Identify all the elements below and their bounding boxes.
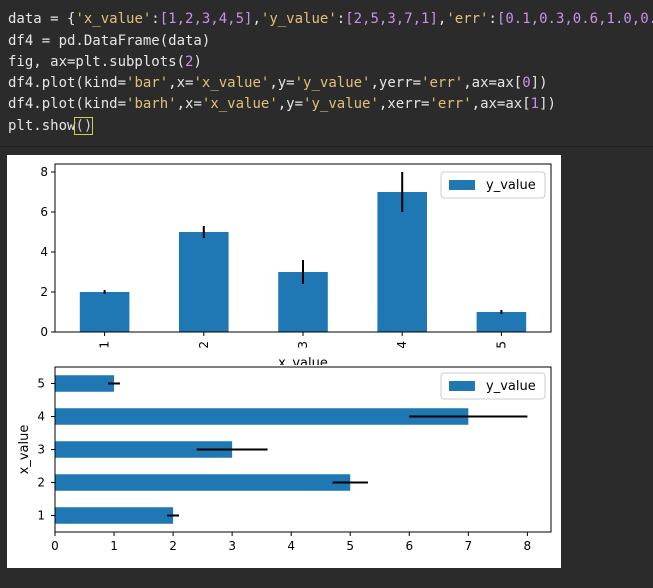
code-token: ,x=	[176, 96, 202, 112]
y-tick-label: 8	[40, 165, 48, 179]
bar	[55, 474, 351, 491]
x-axis-label: x_value	[278, 356, 328, 365]
code-token: [0.1,0.3,0.6,1.0,0.1]	[496, 11, 653, 27]
code-token: 'y_value'	[303, 96, 379, 112]
code-token: ,y=	[277, 96, 304, 112]
code-token: 'x_value'	[75, 11, 152, 27]
bar	[79, 292, 130, 332]
code-token: 'bar'	[126, 75, 169, 91]
code-token: df4.plot(kind=	[8, 96, 127, 112]
code-token: :	[488, 11, 497, 27]
code-token: 'y_value'	[260, 11, 337, 27]
code-token: df4 = pd.DataFrame(data)	[8, 33, 211, 49]
bar	[377, 192, 427, 332]
code-token: 0	[522, 75, 531, 91]
x-tick-label: 5	[494, 341, 508, 349]
code-token: [2,5,3,7,1]	[345, 11, 438, 27]
x-tick-label: 1	[110, 539, 118, 553]
bar	[476, 312, 527, 332]
code-token: plt.show	[8, 118, 76, 134]
code-token: 1	[530, 96, 540, 112]
code-line: df4.plot(kind='barh',x='x_value',y='y_va…	[8, 94, 556, 115]
code-token: [1,2,3,4,5]	[159, 11, 253, 27]
code-token: 'err'	[421, 75, 464, 91]
code-line: plt.show()	[8, 116, 94, 137]
legend-swatch	[449, 180, 475, 190]
code-token: ,xerr=	[378, 96, 430, 112]
code-token: 'barh'	[126, 96, 177, 112]
code-token: 'err'	[429, 96, 472, 112]
bar	[55, 408, 469, 425]
code-line: fig, ax=plt.subplots(2)	[8, 52, 202, 73]
x-tick-label: 6	[405, 539, 413, 553]
y-tick-label: 2	[37, 476, 45, 490]
x-tick-label: 7	[465, 539, 473, 553]
code-token: ])	[539, 96, 556, 112]
x-tick-label: 4	[287, 539, 295, 553]
x-tick-label: 5	[346, 539, 354, 553]
horizontal-bar-chart: 1 2 3 4 5 0 1 2 3 4 5 6 7 8 x_value y_value	[17, 366, 552, 553]
x-tick-label: 0	[51, 539, 59, 553]
code-line: df4.plot(kind='bar',x='x_value',y='y_val…	[8, 73, 548, 94]
x-tick-label: 8	[524, 539, 532, 553]
legend-label: y_value	[486, 178, 536, 193]
x-tick-label: 3	[228, 539, 236, 553]
legend-label: y_value	[486, 379, 536, 394]
x-tick-label: 2	[197, 341, 211, 349]
code-token: ,ax=ax[	[463, 75, 523, 91]
code-token: 'x_value'	[201, 96, 278, 112]
y-tick-label: 0	[40, 325, 48, 339]
code-line: data = {'x_value':[1,2,3,4,5],'y_value':…	[8, 9, 653, 30]
code-token: ])	[530, 75, 548, 91]
code-cell[interactable]: data = {'x_value':[1,2,3,4,5],'y_value':…	[0, 0, 653, 147]
legend-swatch	[449, 381, 475, 391]
y-axis-label: x_value	[17, 425, 32, 475]
y-tick-label: 1	[37, 509, 45, 523]
y-tick-label: 3	[37, 443, 45, 457]
code-token: :	[151, 11, 160, 27]
y-tick-label: 5	[37, 377, 45, 391]
y-tick-label: 4	[40, 245, 48, 259]
code-token: ,ax=ax[	[471, 96, 531, 112]
code-token: data = {	[8, 11, 76, 27]
code-token: :	[336, 11, 346, 27]
code-token: fig, ax=plt.subplots(	[8, 54, 186, 70]
x-tick-label: 3	[296, 341, 310, 349]
vertical-bar-chart: 1 2 3 4 5 0 2 4 6 8 x_value y_value	[40, 163, 552, 365]
code-token: ,x=	[168, 75, 194, 91]
bar	[55, 507, 174, 524]
x-tick-label: 1	[98, 341, 112, 349]
code-token: 'err'	[446, 11, 489, 27]
y-tick-label: 4	[37, 410, 45, 424]
code-token: )	[193, 54, 202, 70]
y-tick-label: 2	[40, 285, 48, 299]
bar	[179, 232, 229, 332]
code-line: df4 = pd.DataFrame(data)	[8, 31, 210, 52]
plot-output: 1 2 3 4 5 0 2 4 6 8 x_value y_value 1 2 3 4 5 0 1 2 3 4 5 6 7 8 x…	[7, 155, 561, 568]
code-token: 'y_value'	[294, 75, 371, 91]
code-token: ,yerr=	[370, 75, 422, 91]
y-tick-label: 6	[40, 205, 48, 219]
code-token: ()	[74, 117, 94, 135]
x-tick-label: 2	[169, 539, 177, 553]
code-token: 'x_value'	[193, 75, 270, 91]
x-tick-label: 4	[395, 341, 409, 349]
bar	[55, 375, 115, 392]
code-token: ,y=	[269, 75, 295, 91]
code-token: df4.plot(kind=	[8, 75, 127, 91]
code-token: ,	[252, 11, 261, 27]
